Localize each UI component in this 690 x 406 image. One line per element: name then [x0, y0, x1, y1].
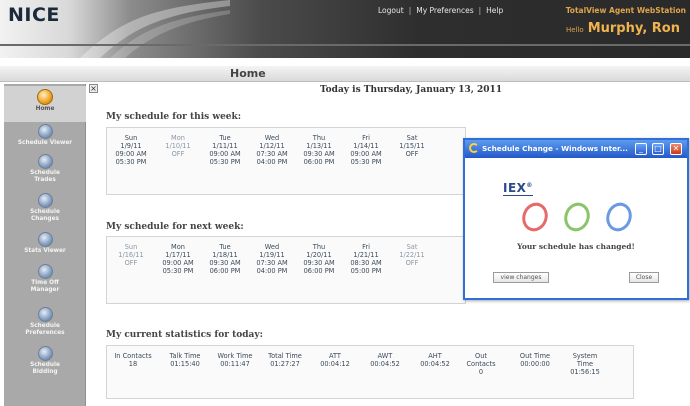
- header-swoosh-graphic: [80, 0, 230, 58]
- sidebar-item-label: Home: [35, 106, 55, 112]
- nav-separator: |: [408, 6, 412, 15]
- header-divider: [0, 44, 690, 46]
- app-title: TotalView Agent WebStation: [565, 6, 686, 15]
- popup-title: Schedule Change - Windows Inter...: [482, 144, 628, 153]
- internet-explorer-icon: [469, 143, 479, 153]
- stat-item: ATT 00:04:12: [320, 352, 350, 368]
- stat-item: Talk Time 01:15:40: [169, 352, 201, 368]
- hello-label: Hello: [565, 26, 584, 34]
- trade-icon: [37, 154, 53, 169]
- sidebar: Home Schedule Viewer Schedule Trades Sch…: [4, 84, 86, 406]
- greeting: Hello Murphy, Ron: [566, 21, 680, 36]
- today-date: Today is Thursday, January 13, 2011: [320, 85, 503, 95]
- my-preferences-link[interactable]: My Preferences: [416, 6, 473, 15]
- next-week-title: My schedule for next week:: [106, 222, 244, 232]
- schedule-day: Mon 1/10/11 OFF: [165, 134, 191, 158]
- stat-item: Out Contacts 0: [466, 352, 496, 376]
- changes-icon: [37, 193, 53, 208]
- sidebar-item-time-off-manager[interactable]: Time Off Manager: [4, 264, 86, 294]
- sidebar-item-schedule-preferences[interactable]: Schedule Preferences: [4, 307, 86, 337]
- schedule-day: Sat 1/15/11 OFF: [399, 134, 425, 158]
- close-window-button[interactable]: ✕: [670, 143, 682, 155]
- sidebar-item-schedule-bidding[interactable]: Schedule Bidding: [4, 346, 86, 376]
- schedule-day: Sun 1/16/11 OFF: [118, 243, 144, 267]
- this-week-title: My schedule for this week:: [106, 112, 242, 122]
- close-button[interactable]: Close: [629, 272, 659, 283]
- popup-message: Your schedule has changed!: [517, 242, 635, 251]
- help-link[interactable]: Help: [486, 6, 503, 15]
- sidebar-item-schedule-trades[interactable]: Schedule Trades: [4, 154, 86, 184]
- collapse-sidebar-button[interactable]: ×: [89, 84, 98, 93]
- sidebar-item-schedule-changes[interactable]: Schedule Changes: [4, 193, 86, 223]
- sidebar-item-label: Schedule Preferences: [25, 323, 65, 336]
- top-nav: Logout | My Preferences | Help: [378, 6, 503, 15]
- schedule-day: Sun 1/9/11 09:00 AM 05:30 PM: [115, 134, 147, 166]
- schedule-day: Wed 1/19/11 07:30 AM 04:00 PM: [256, 243, 288, 275]
- stat-item: Work Time 00:11:47: [217, 352, 253, 368]
- nice-logo: NICE: [8, 4, 60, 26]
- calendar-icon: [37, 124, 53, 139]
- schedule-day: Tue 1/18/11 09:30 AM 06:00 PM: [209, 243, 241, 275]
- preferences-icon: [37, 307, 53, 322]
- iex-swirls-graphic: [522, 202, 632, 232]
- stat-item: AWT 00:04:52: [370, 352, 400, 368]
- schedule-day: Fri 1/14/11 09:00 AM 05:30 PM: [350, 134, 382, 166]
- sidebar-item-label: Schedule Changes: [30, 209, 60, 222]
- stats-icon: [37, 232, 53, 247]
- popup-titlebar[interactable]: Schedule Change - Windows Inter... _ □ ✕: [465, 140, 687, 158]
- timeoff-icon: [37, 264, 53, 279]
- schedule-day: Tue 1/11/11 09:00 AM 05:30 PM: [209, 134, 241, 166]
- sidebar-item-label: Time Off Manager: [30, 280, 60, 293]
- sidebar-item-schedule-viewer[interactable]: Schedule Viewer: [4, 124, 86, 147]
- sidebar-item-stats-viewer[interactable]: Stats Viewer: [4, 232, 86, 255]
- stat-item: AHT 00:04:52: [420, 352, 450, 368]
- home-icon: [37, 89, 53, 105]
- stats-title: My current statistics for today:: [106, 330, 263, 340]
- nav-separator: |: [478, 6, 482, 15]
- app-header: NICE Logout | My Preferences | Help TotalVie…: [0, 0, 690, 58]
- stat-item: In Contacts 18: [114, 352, 152, 368]
- bidding-icon: [37, 346, 53, 361]
- schedule-day: Wed 1/12/11 07:30 AM 04:00 PM: [256, 134, 288, 166]
- user-name: Murphy, Ron: [587, 21, 680, 36]
- stat-item: Out Time 00:00:00: [519, 352, 551, 368]
- schedule-day: Thu 1/20/11 09:30 AM 06:00 PM: [303, 243, 335, 275]
- schedule-day: Sat 1/22/11 OFF: [399, 243, 425, 267]
- schedule-day: Fri 1/21/11 08:30 AM 05:00 PM: [350, 243, 382, 275]
- page-title-bar: Home: [0, 66, 690, 82]
- view-changes-button[interactable]: view changes: [493, 272, 549, 283]
- minimize-button[interactable]: _: [635, 143, 647, 155]
- sidebar-item-label: Schedule Bidding: [30, 362, 60, 375]
- page-title: Home: [230, 67, 266, 80]
- sidebar-item-label: Schedule Viewer: [17, 140, 73, 146]
- stat-item: System Time 01:56:15: [570, 352, 600, 376]
- schedule-change-popup: Schedule Change - Windows Inter... _ □ ✕…: [463, 138, 689, 300]
- stats-panel: In Contacts 18 Talk Time 01:15:40 Work Tim…: [106, 345, 634, 399]
- maximize-button[interactable]: □: [652, 143, 664, 155]
- sidebar-item-home[interactable]: Home: [4, 86, 86, 122]
- schedule-day: Mon 1/17/11 09:00 AM 05:30 PM: [162, 243, 194, 275]
- this-week-schedule: Sun 1/9/11 09:00 AM 05:30 PM Mon 1/10/11 OFF …: [106, 127, 466, 195]
- iex-logo: IEX®: [503, 181, 533, 196]
- logout-link[interactable]: Logout: [378, 6, 404, 15]
- next-week-schedule: Sun 1/16/11 OFF Mon 1/17/11 09:00 AM 05:30 PM…: [106, 236, 466, 304]
- schedule-day: Thu 1/13/11 09:30 AM 06:00 PM: [303, 134, 335, 166]
- stat-item: Total Time 01:27:27: [268, 352, 302, 368]
- sidebar-item-label: Stats Viewer: [24, 248, 66, 254]
- sidebar-item-label: Schedule Trades: [30, 170, 60, 183]
